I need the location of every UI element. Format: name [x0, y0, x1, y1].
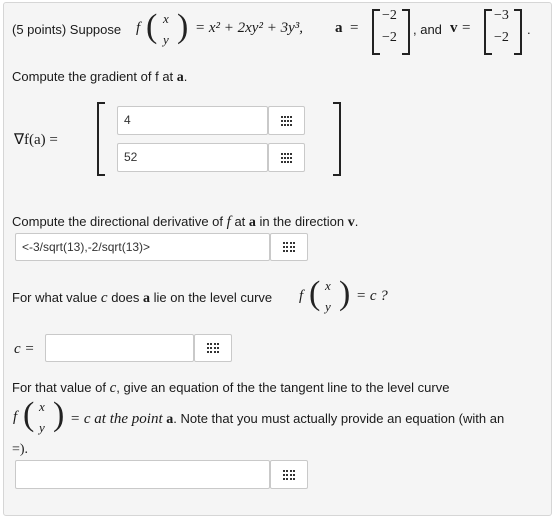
- a-left-bracket: [372, 9, 380, 55]
- vector-v-label: v: [450, 20, 458, 36]
- gradient-left-bracket: [97, 102, 105, 176]
- tangent-left-paren: (: [23, 396, 35, 433]
- directional-matrix-button[interactable]: [270, 233, 308, 261]
- equals-sign: =: [350, 20, 359, 36]
- vec-y: y: [163, 32, 169, 47]
- tangent-vec-y: y: [39, 420, 45, 435]
- a-right-bracket: [402, 9, 410, 55]
- v-component-1: −3: [494, 8, 509, 23]
- a-component-2: −2: [382, 30, 397, 45]
- tangent-vec-x: x: [39, 399, 45, 414]
- level-f: f: [299, 288, 304, 304]
- left-paren: (: [146, 8, 158, 45]
- equals-sign-2: =: [462, 20, 471, 36]
- gradient-prompt: Compute the gradient of f at a.: [12, 69, 188, 85]
- c-matrix-button[interactable]: [194, 334, 232, 362]
- tangent-right-paren: ): [53, 396, 65, 433]
- level-left-paren: (: [309, 275, 321, 312]
- level-vec-y: y: [325, 299, 331, 314]
- and-text: , and: [413, 22, 442, 37]
- statement-period: .: [527, 22, 531, 37]
- level-right-paren: ): [339, 275, 351, 312]
- function-definition: = x² + 2xy² + 3y³,: [195, 20, 303, 36]
- c-label: c =: [14, 341, 35, 357]
- directional-derivative-input[interactable]: <-3/sqrt(13),-2/sqrt(13)>: [15, 233, 270, 261]
- grid-icon: [280, 115, 293, 126]
- function-f: f: [136, 20, 141, 36]
- tangent-equation-input[interactable]: [15, 460, 270, 489]
- tangent-prompt-line1: For that value of c, give an equation of…: [12, 380, 450, 396]
- gradient-input-1[interactable]: 4: [117, 106, 268, 135]
- gradient-input-2[interactable]: 52: [117, 143, 268, 172]
- grid-icon: [207, 343, 219, 353]
- gradient-lhs: ∇f(a) =: [14, 132, 58, 148]
- v-left-bracket: [484, 9, 492, 55]
- grid-icon: [280, 152, 293, 163]
- point-a-label: a: [335, 20, 343, 36]
- gradient-1-matrix-button[interactable]: [268, 106, 305, 135]
- vec-x: x: [163, 11, 169, 26]
- grid-icon: [283, 469, 295, 480]
- tangent-matrix-button[interactable]: [270, 460, 308, 489]
- tangent-prompt-line3: =).: [12, 442, 29, 457]
- tangent-prompt-line2: = c at the point a. Note that you must a…: [70, 411, 505, 427]
- gradient-2-matrix-button[interactable]: [268, 143, 305, 172]
- a-component-1: −2: [382, 8, 397, 23]
- level-vec-x: x: [325, 278, 331, 293]
- v-component-2: −2: [494, 30, 509, 45]
- level-rhs: = c ?: [356, 288, 388, 304]
- v-right-bracket: [514, 9, 522, 55]
- right-paren: ): [177, 8, 189, 45]
- tangent-f: f: [13, 409, 18, 425]
- gradient-right-bracket: [333, 102, 341, 176]
- level-curve-prompt: For what value c does a lie on the level…: [12, 290, 273, 306]
- directional-prompt: Compute the directional derivative of f …: [12, 214, 359, 230]
- grid-icon: [283, 242, 295, 252]
- points-label: (5 points) Suppose: [12, 22, 122, 37]
- c-value-input[interactable]: [45, 334, 194, 362]
